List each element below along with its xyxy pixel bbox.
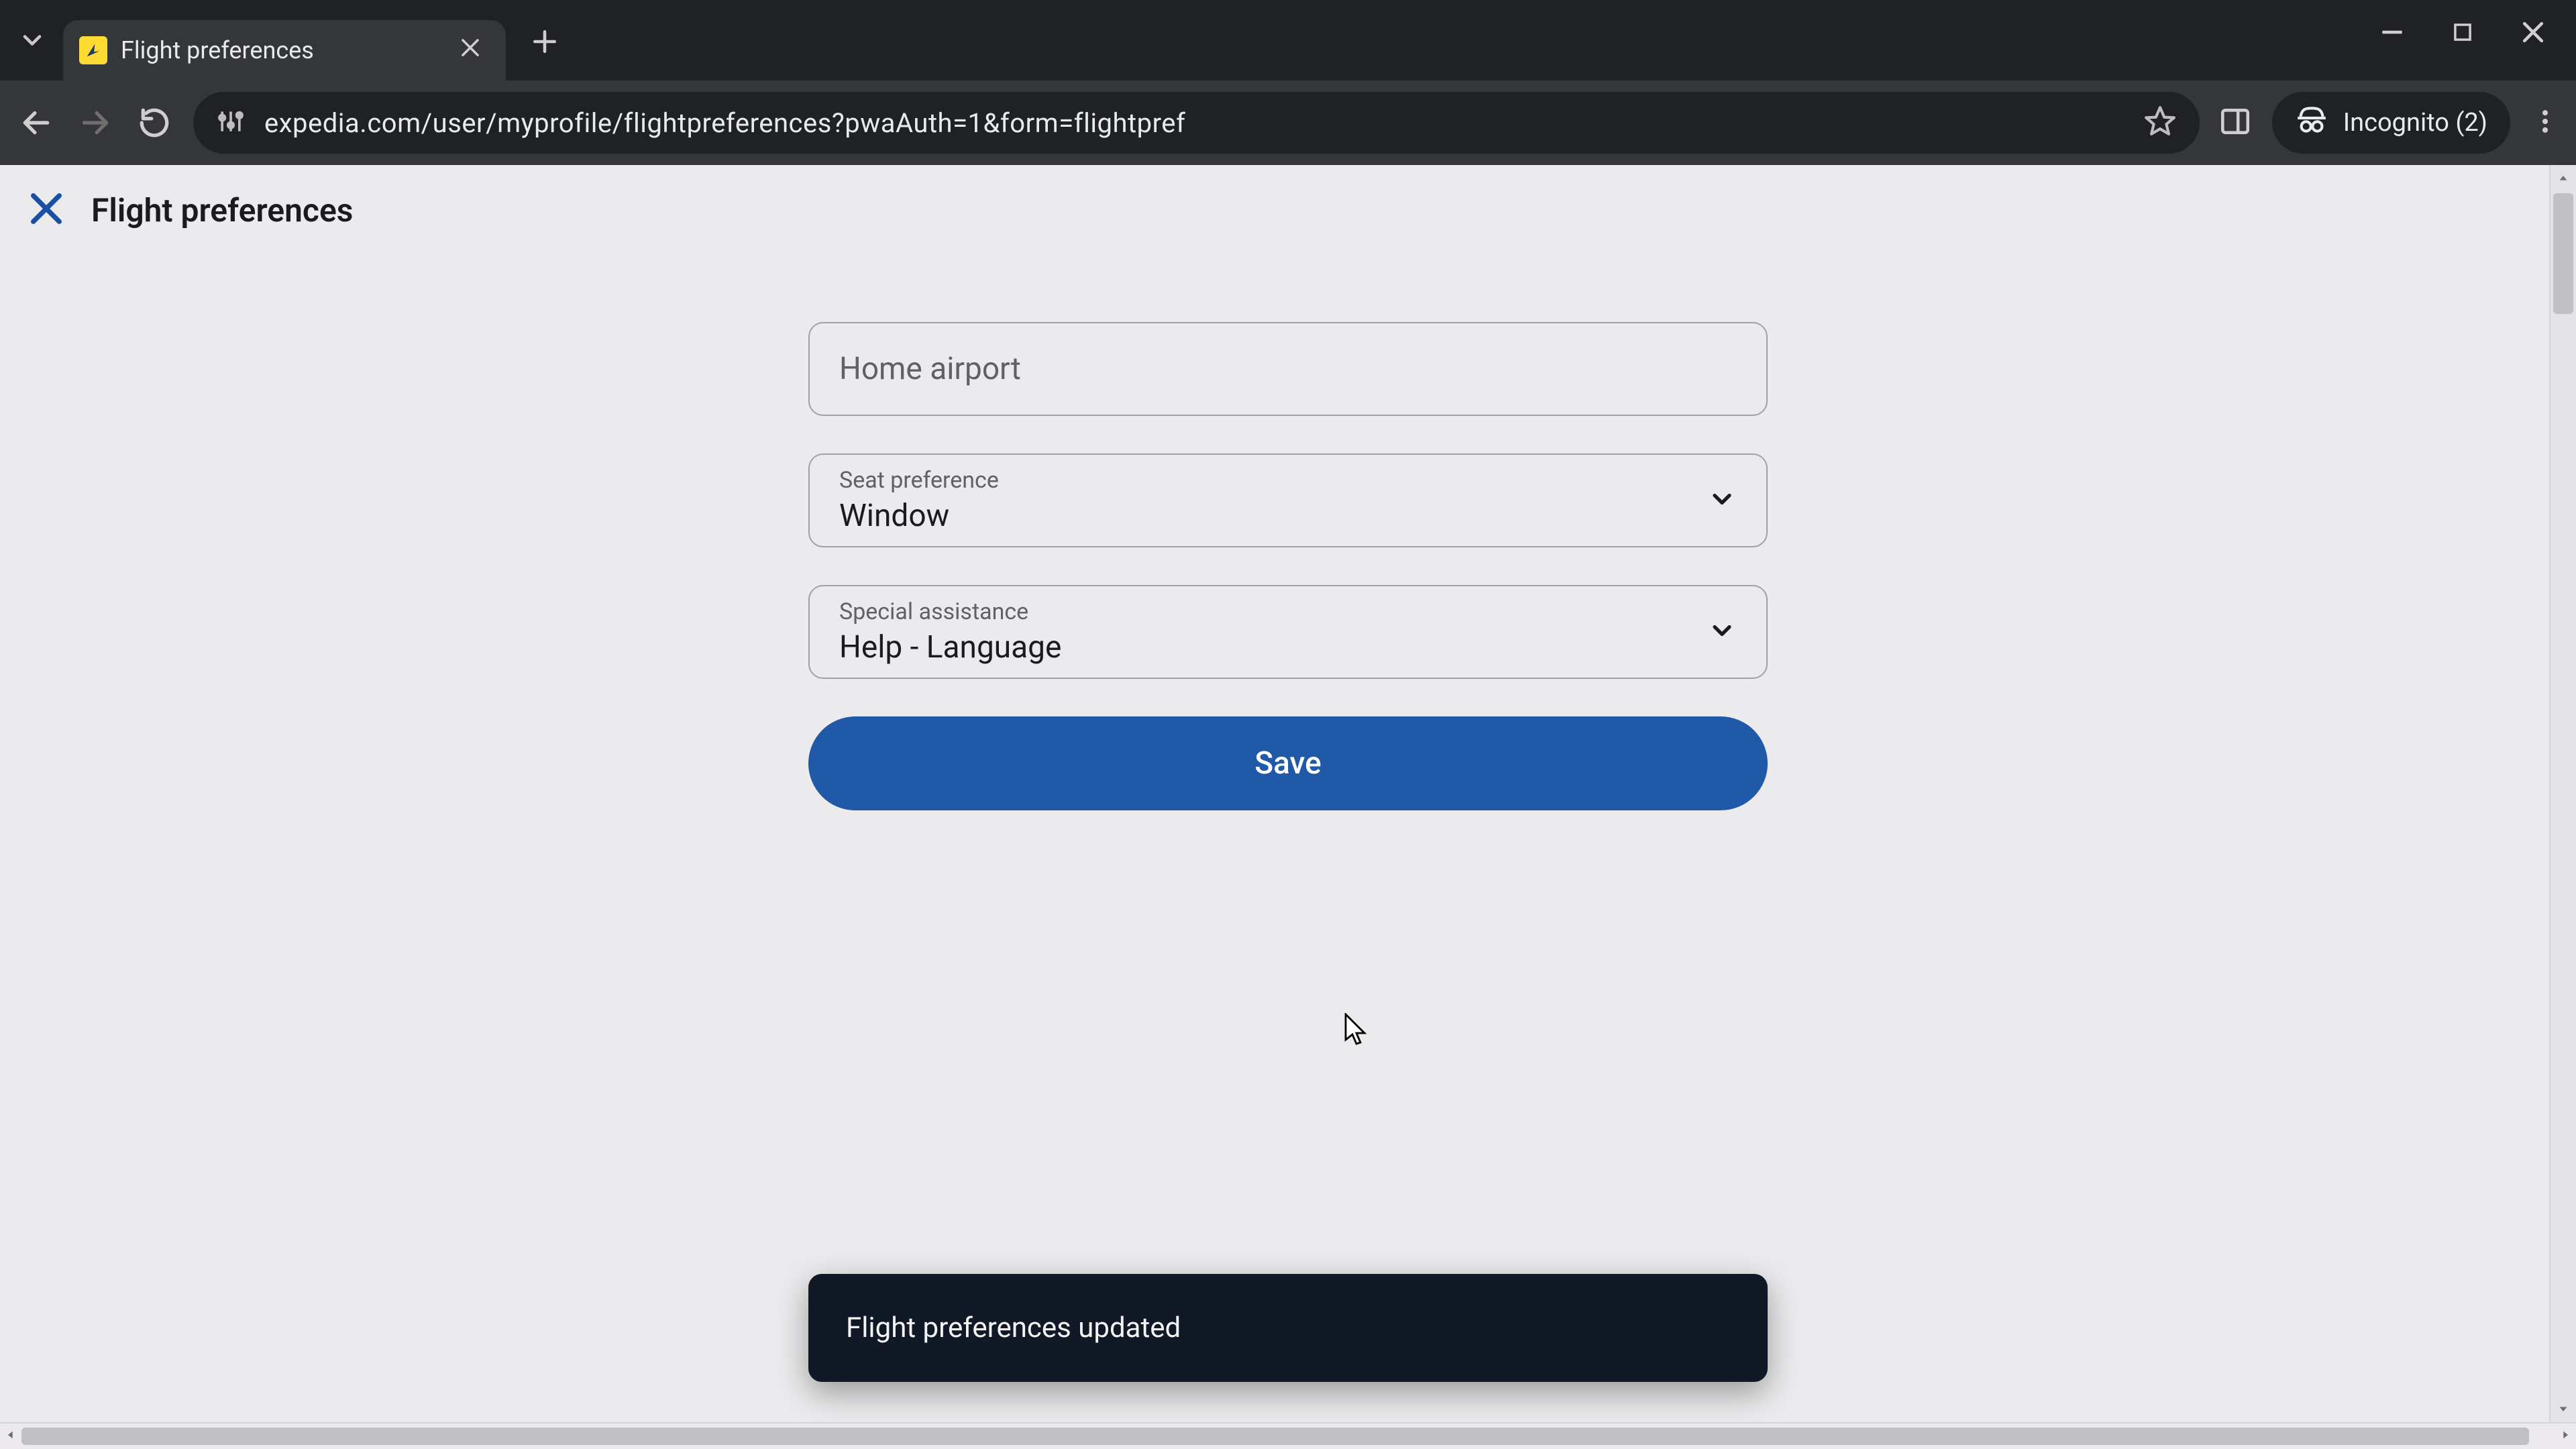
seat-preference-label: Seat preference	[839, 467, 1737, 494]
flight-preferences-form: Home airport Seat preference Window Spec…	[808, 322, 1768, 810]
save-button-label: Save	[1254, 745, 1321, 782]
page-title: Flight preferences	[91, 191, 353, 229]
toast-notification: Flight preferences updated	[808, 1274, 1768, 1382]
tab-title: Flight preferences	[121, 36, 440, 64]
address-bar-url: expedia.com/user/myprofile/flightprefere…	[264, 107, 1185, 139]
horizontal-scrollbar[interactable]	[0, 1422, 2576, 1449]
incognito-label: Incognito (2)	[2343, 108, 2487, 138]
chevron-down-icon	[1707, 484, 1737, 517]
scroll-right-arrow-icon[interactable]	[2560, 1430, 2571, 1443]
special-assistance-label: Special assistance	[839, 598, 1737, 625]
incognito-icon	[2295, 103, 2328, 143]
browser-menu-button[interactable]	[2530, 107, 2560, 139]
h-scrollbar-track[interactable]	[21, 1424, 2555, 1449]
nav-back-button[interactable]	[16, 103, 56, 143]
side-panel-icon[interactable]	[2218, 105, 2252, 141]
nav-forward-button[interactable]	[75, 103, 115, 143]
toast-message: Flight preferences updated	[846, 1311, 1181, 1344]
scrollbar-thumb[interactable]	[2553, 193, 2573, 314]
browser-tab[interactable]: Flight preferences	[63, 20, 506, 80]
scroll-up-arrow-icon[interactable]	[2551, 165, 2576, 192]
seat-preference-value: Window	[839, 498, 1737, 534]
close-page-button[interactable]	[27, 189, 66, 231]
window-maximize-button[interactable]	[2450, 19, 2475, 48]
tab-favicon-expedia	[79, 36, 107, 64]
seat-preference-select[interactable]: Seat preference Window	[808, 453, 1768, 547]
tab-close-button[interactable]	[453, 31, 487, 70]
scroll-left-arrow-icon[interactable]	[5, 1430, 16, 1443]
page-header: Flight preferences	[0, 165, 2576, 255]
browser-chrome: Flight preferences	[0, 0, 2576, 165]
address-bar[interactable]: expedia.com/user/myprofile/flightprefere…	[193, 92, 2200, 154]
window-minimize-button[interactable]	[2377, 17, 2407, 50]
window-close-button[interactable]	[2518, 17, 2548, 50]
tab-search-dropdown[interactable]	[12, 20, 52, 60]
chevron-down-icon	[1707, 616, 1737, 648]
window-controls	[2377, 0, 2576, 67]
tab-strip: Flight preferences	[0, 0, 2576, 80]
h-scrollbar-thumb[interactable]	[21, 1428, 2529, 1445]
new-tab-button[interactable]	[517, 26, 573, 64]
special-assistance-value: Help - Language	[839, 629, 1737, 665]
nav-reload-button[interactable]	[134, 103, 174, 143]
browser-toolbar: expedia.com/user/myprofile/flightprefere…	[0, 80, 2576, 165]
site-settings-icon[interactable]	[216, 107, 246, 139]
home-airport-placeholder: Home airport	[839, 351, 1021, 387]
mouse-cursor	[1342, 1013, 1368, 1051]
scroll-down-arrow-icon[interactable]	[2551, 1395, 2576, 1422]
incognito-indicator[interactable]: Incognito (2)	[2272, 92, 2510, 154]
home-airport-input[interactable]: Home airport	[808, 322, 1768, 416]
save-button[interactable]: Save	[808, 716, 1768, 810]
page-viewport: Flight preferences Home airport Seat pre…	[0, 165, 2576, 1422]
bookmark-star-icon[interactable]	[2143, 105, 2177, 141]
special-assistance-select[interactable]: Special assistance Help - Language	[808, 585, 1768, 679]
vertical-scrollbar[interactable]	[2549, 165, 2576, 1422]
